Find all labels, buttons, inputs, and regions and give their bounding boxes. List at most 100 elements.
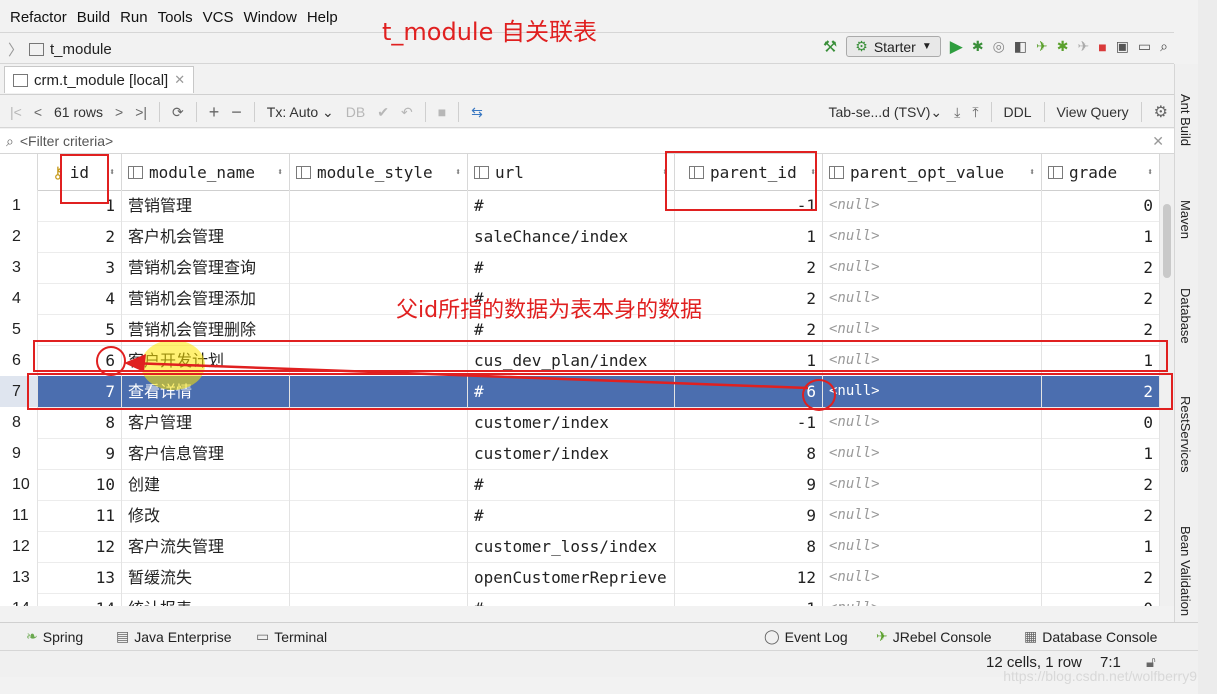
menu-run[interactable]: Run [120, 9, 148, 26]
cell-style[interactable] [290, 221, 468, 252]
sort-icon[interactable]: ⬍ [1029, 167, 1035, 178]
breadcrumb[interactable]: 〉 t_module [8, 39, 112, 60]
tool-rest-services[interactable]: RestServices [1178, 396, 1193, 473]
tool-maven[interactable]: Maven [1178, 200, 1193, 239]
column-header-url[interactable]: url ⬍ [468, 154, 675, 190]
cell-url[interactable]: # [468, 190, 675, 221]
debug-icon[interactable]: ✱ [972, 38, 984, 55]
undo-icon[interactable]: ↶ [401, 104, 413, 121]
cell-id[interactable]: 9 [38, 438, 122, 469]
table-row[interactable]: 8 8 客户管理 customer/index -1 <null> 0 [0, 407, 1160, 439]
first-page-icon[interactable]: |< [10, 104, 22, 120]
table-row[interactable]: 2 2 客户机会管理 saleChance/index 1 <null> 1 [0, 221, 1160, 253]
row-number[interactable]: 2 [0, 221, 38, 252]
tool-database-console[interactable]: ▦ Database Console [1024, 628, 1157, 645]
cell-opt[interactable]: <null> [823, 438, 1042, 469]
tool-spring[interactable]: ❧ Spring [26, 628, 83, 645]
column-header-module-name[interactable]: module_name ⬍ [122, 154, 290, 190]
cell-parent[interactable]: 8 [675, 438, 823, 469]
cell-url[interactable]: # [468, 469, 675, 500]
cell-parent[interactable]: 1 [675, 221, 823, 252]
check-icon[interactable]: ✔ [377, 104, 389, 121]
table-row[interactable]: 11 11 修改 #9 <null> 2 [0, 500, 1160, 532]
cell-opt[interactable]: <null> [823, 500, 1042, 531]
coverage-icon[interactable]: ◎ [993, 38, 1005, 55]
stop-icon[interactable]: ■ [438, 104, 446, 120]
cell-opt[interactable]: <null> [823, 221, 1042, 252]
cell-style[interactable] [290, 500, 468, 531]
cell-opt[interactable]: <null> [823, 283, 1042, 314]
cell-name[interactable]: 营销管理 [122, 190, 290, 221]
row-number[interactable]: 3 [0, 252, 38, 283]
cell-name[interactable]: 营销机会管理查询 [122, 252, 290, 283]
jrebel-debug-icon[interactable]: ✱ [1057, 38, 1069, 55]
presentation-icon[interactable]: ▭ [1138, 38, 1151, 55]
cell-name[interactable]: 营销机会管理添加 [122, 283, 290, 314]
tool-event-log[interactable]: ◯ Event Log [764, 628, 848, 645]
cell-url[interactable]: # [468, 593, 675, 606]
menu-refactor[interactable]: Refactor [10, 9, 67, 26]
cell-style[interactable] [290, 190, 468, 221]
cell-id[interactable]: 2 [38, 221, 122, 252]
cell-parent[interactable]: -1 [675, 593, 823, 606]
menu-window[interactable]: Window [243, 9, 296, 26]
cell-opt[interactable]: <null> [823, 562, 1042, 593]
cell-name[interactable]: 创建 [122, 469, 290, 500]
row-number[interactable]: 8 [0, 407, 38, 438]
cell-opt[interactable]: <null> [823, 469, 1042, 500]
cell-id[interactable]: 10 [38, 469, 122, 500]
add-row-icon[interactable]: + [209, 102, 220, 123]
tab-crm-t-module[interactable]: crm.t_module [local] ✕ [4, 66, 195, 93]
cell-url[interactable]: # [468, 500, 675, 531]
cell-style[interactable] [290, 252, 468, 283]
row-number[interactable]: 13 [0, 562, 38, 593]
tx-mode-select[interactable]: Tx: Auto ⌄ [267, 104, 334, 121]
cell-grade[interactable]: 0 [1042, 190, 1160, 221]
menu-tools[interactable]: Tools [158, 9, 193, 26]
ddl-button[interactable]: DDL [1004, 104, 1032, 120]
cell-url[interactable]: customer_loss/index [468, 531, 675, 562]
cell-name[interactable]: 客户管理 [122, 407, 290, 438]
cell-opt[interactable]: <null> [823, 190, 1042, 221]
cell-grade[interactable]: 2 [1042, 252, 1160, 283]
last-page-icon[interactable]: >| [135, 104, 147, 120]
table-row[interactable]: 1 1 营销管理 # -1 <null> 0 [0, 190, 1160, 222]
cell-name[interactable]: 统计报表 [122, 593, 290, 606]
table-row[interactable]: 12 12 客户流失管理 customer_loss/index 8 <null> 1 [0, 531, 1160, 563]
column-header-grade[interactable]: grade ⬍ [1042, 154, 1160, 190]
cell-url[interactable]: saleChance/index [468, 221, 675, 252]
cell-style[interactable] [290, 407, 468, 438]
cell-grade[interactable]: 2 [1042, 500, 1160, 531]
cell-grade[interactable]: 1 [1042, 438, 1160, 469]
cell-name[interactable]: 修改 [122, 500, 290, 531]
compare-icon[interactable]: ⇆ [471, 104, 483, 121]
cell-id[interactable]: 12 [38, 531, 122, 562]
cell-parent[interactable]: -1 [675, 407, 823, 438]
cell-parent[interactable]: 2 [675, 252, 823, 283]
view-query-button[interactable]: View Query [1057, 104, 1129, 120]
upload-icon[interactable]: ⤒ [972, 104, 978, 121]
tool-terminal[interactable]: ▭ Terminal [256, 628, 327, 645]
cell-grade[interactable]: 2 [1042, 283, 1160, 314]
column-header-module-style[interactable]: module_style ⬍ [290, 154, 468, 190]
search-icon[interactable]: ⌕ [1160, 38, 1168, 55]
column-header-parent-opt-value[interactable]: parent_opt_value ⬍ [823, 154, 1042, 190]
close-icon[interactable]: ✕ [1152, 133, 1164, 150]
row-number[interactable]: 9 [0, 438, 38, 469]
close-icon[interactable]: ✕ [174, 72, 185, 88]
cell-grade[interactable]: 2 [1042, 469, 1160, 500]
sort-icon[interactable]: ⬍ [109, 167, 115, 178]
next-page-icon[interactable]: > [115, 104, 123, 120]
cell-style[interactable] [290, 531, 468, 562]
menu-help[interactable]: Help [307, 9, 338, 26]
prev-page-icon[interactable]: < [34, 104, 42, 120]
scrollbar-thumb[interactable] [1163, 204, 1171, 278]
cell-id[interactable]: 13 [38, 562, 122, 593]
cell-grade[interactable]: 2 [1042, 562, 1160, 593]
sort-icon[interactable]: ⬍ [277, 167, 283, 178]
jrebel-icon[interactable]: ✈ [1077, 38, 1089, 55]
sort-icon[interactable]: ⬍ [1147, 167, 1153, 178]
tool-bean-validation[interactable]: Bean Validation [1178, 526, 1193, 616]
menu-vcs[interactable]: VCS [203, 9, 234, 26]
jrebel-run-icon[interactable]: ✈ [1036, 38, 1048, 55]
